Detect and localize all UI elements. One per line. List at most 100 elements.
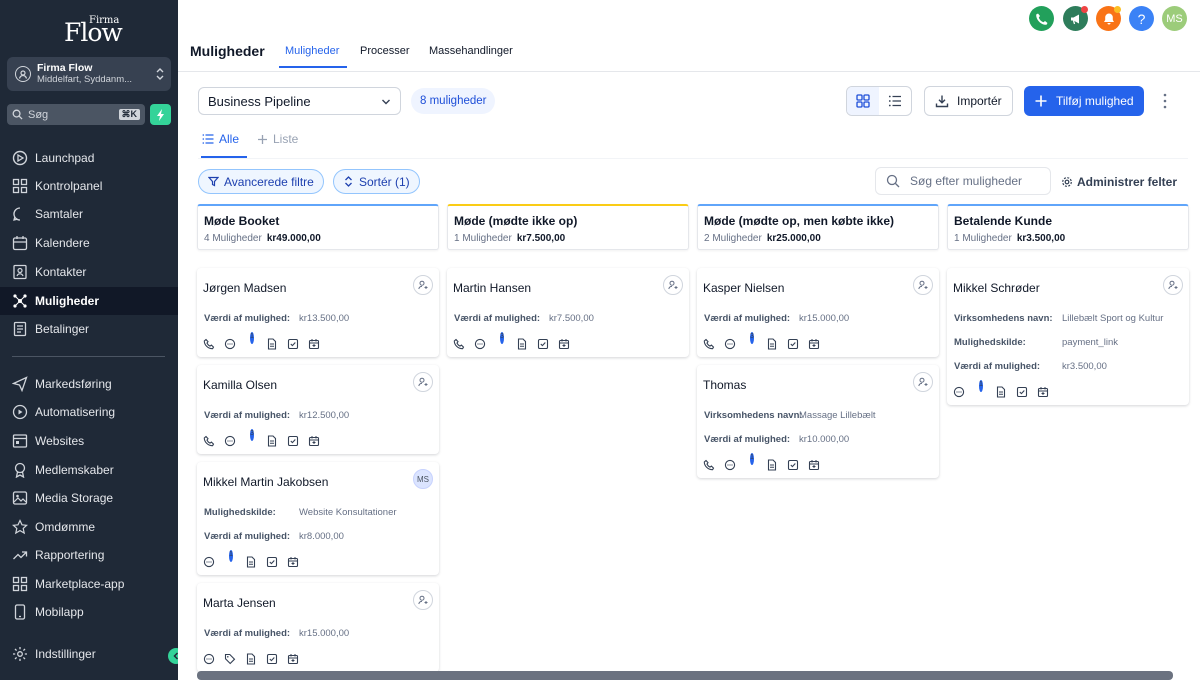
tab-massehandlinger[interactable]: Massehandlinger — [429, 45, 513, 57]
tag-icon[interactable]: 1 — [745, 453, 757, 471]
assign-user-icon[interactable] — [413, 372, 433, 392]
document-icon[interactable] — [266, 435, 278, 447]
assign-user-icon[interactable] — [663, 275, 683, 295]
chat-icon[interactable] — [953, 386, 965, 398]
chat-icon[interactable] — [724, 338, 736, 350]
document-icon[interactable] — [766, 459, 778, 471]
tag-icon[interactable]: 3 — [245, 429, 257, 447]
assign-user-icon[interactable] — [413, 590, 433, 610]
document-icon[interactable] — [245, 653, 257, 665]
sidebar-item-websites[interactable]: Websites — [0, 427, 178, 455]
phone-icon[interactable] — [453, 338, 465, 350]
opportunity-name[interactable]: Marta Jensen — [203, 596, 276, 610]
calendar-add-icon[interactable] — [308, 338, 320, 350]
tag-icon[interactable]: 1 — [974, 380, 986, 398]
phone-icon[interactable] — [203, 435, 215, 447]
opportunity-card[interactable]: Mikkel Schrøder Virksomhedens navn: Lilleb… — [947, 268, 1189, 405]
sidebar-item-omdomme[interactable]: Omdømme — [0, 513, 178, 541]
calendar-add-icon[interactable] — [558, 338, 570, 350]
add-opportunity-button[interactable]: Tilføj mulighed — [1024, 86, 1144, 116]
chat-icon[interactable] — [724, 459, 736, 471]
announcements-button[interactable] — [1063, 6, 1088, 31]
chat-icon[interactable] — [203, 653, 215, 665]
calendar-add-icon[interactable] — [808, 338, 820, 350]
chat-icon[interactable] — [474, 338, 486, 350]
pipeline-select[interactable]: Business Pipeline — [198, 87, 401, 115]
tag-icon[interactable]: 3 — [495, 332, 507, 350]
sort-button[interactable]: Sortér (1) — [333, 169, 420, 194]
assign-user-icon[interactable] — [913, 275, 933, 295]
document-icon[interactable] — [995, 386, 1007, 398]
manage-fields-button[interactable]: Administrer felter — [1061, 175, 1177, 189]
assignee-avatar[interactable]: MS — [413, 469, 433, 489]
assign-user-icon[interactable] — [1163, 275, 1183, 295]
call-button[interactable] — [1029, 6, 1054, 31]
sidebar-item-samtaler[interactable]: Samtaler — [0, 200, 178, 228]
horizontal-scrollbar[interactable] — [197, 671, 1173, 680]
opportunity-card[interactable]: Marta Jensen Værdi af mulighed: kr15.000,0… — [197, 583, 439, 672]
task-icon[interactable] — [266, 556, 278, 568]
task-icon[interactable] — [787, 459, 799, 471]
opportunity-name[interactable]: Martin Hansen — [453, 281, 531, 295]
sidebar-item-media-storage[interactable]: Media Storage — [0, 484, 178, 512]
opportunity-card[interactable]: Kamilla Olsen Værdi af mulighed: kr12.500,… — [197, 365, 439, 454]
tab-muligheder[interactable]: Muligheder — [285, 45, 339, 57]
opportunity-card[interactable]: Martin Hansen Værdi af mulighed: kr7.500,0… — [447, 268, 689, 357]
sidebar-item-kontrolpanel[interactable]: Kontrolpanel — [0, 172, 178, 200]
task-icon[interactable] — [787, 338, 799, 350]
view-tab-liste[interactable]: Liste — [257, 132, 298, 146]
document-icon[interactable] — [266, 338, 278, 350]
opportunity-card[interactable]: Kasper Nielsen Værdi af mulighed: kr15.000… — [697, 268, 939, 357]
more-options-icon[interactable] — [1160, 92, 1170, 110]
task-icon[interactable] — [1016, 386, 1028, 398]
help-button[interactable]: ? — [1129, 6, 1154, 31]
sidebar-item-betalinger[interactable]: Betalinger — [0, 315, 178, 343]
tag-icon[interactable]: 1 — [224, 550, 236, 568]
sidebar-item-marketplace-app[interactable]: Marketplace-app — [0, 570, 178, 598]
quick-action-button[interactable] — [150, 104, 171, 125]
sidebar-item-mobilapp[interactable]: Mobilapp — [0, 598, 178, 626]
opportunity-name[interactable]: Jørgen Madsen — [203, 281, 286, 295]
sidebar-item-rapportering[interactable]: Rapportering — [0, 541, 178, 569]
calendar-add-icon[interactable] — [1037, 386, 1049, 398]
notifications-button[interactable] — [1096, 6, 1121, 31]
opportunity-card[interactable]: Thomas Virksomhedens navn: Massage Lillebæ… — [697, 365, 939, 478]
phone-icon[interactable] — [203, 338, 215, 350]
calendar-add-icon[interactable] — [287, 556, 299, 568]
account-switcher[interactable]: Firma Flow Middelfart, Syddanm... — [7, 57, 171, 91]
list-view-button[interactable] — [879, 87, 911, 115]
tag-icon[interactable]: 3 — [745, 332, 757, 350]
calendar-add-icon[interactable] — [308, 435, 320, 447]
board-view-button[interactable] — [847, 87, 879, 115]
sidebar-item-muligheder[interactable]: Muligheder — [0, 287, 178, 315]
tab-processer[interactable]: Processer — [360, 45, 410, 57]
task-icon[interactable] — [287, 338, 299, 350]
document-icon[interactable] — [516, 338, 528, 350]
sidebar-item-automatisering[interactable]: Automatisering — [0, 398, 178, 426]
opportunity-name[interactable]: Thomas — [703, 378, 746, 392]
document-icon[interactable] — [766, 338, 778, 350]
view-tab-alle[interactable]: Alle — [202, 132, 239, 146]
sidebar-item-indstillinger[interactable]: Indstillinger — [0, 640, 178, 668]
calendar-add-icon[interactable] — [808, 459, 820, 471]
user-avatar[interactable]: MS — [1162, 6, 1187, 31]
opportunity-card[interactable]: Mikkel Martin Jakobsen MS Mulighedskilde: W… — [197, 462, 439, 575]
advanced-filters-button[interactable]: Avancerede filtre — [198, 169, 324, 194]
opportunity-search-input[interactable]: Søg efter muligheder — [875, 167, 1051, 195]
assign-user-icon[interactable] — [913, 372, 933, 392]
opportunity-card[interactable]: Jørgen Madsen Værdi af mulighed: kr13.500,… — [197, 268, 439, 357]
chat-icon[interactable] — [224, 338, 236, 350]
sidebar-item-kalendere[interactable]: Kalendere — [0, 229, 178, 257]
task-icon[interactable] — [266, 653, 278, 665]
sidebar-item-markedsforing[interactable]: Markedsføring — [0, 370, 178, 398]
sidebar-item-kontakter[interactable]: Kontakter — [0, 258, 178, 286]
phone-icon[interactable] — [703, 338, 715, 350]
opportunity-name[interactable]: Mikkel Schrøder — [953, 281, 1040, 295]
phone-icon[interactable] — [703, 459, 715, 471]
calendar-add-icon[interactable] — [287, 653, 299, 665]
chat-icon[interactable] — [224, 435, 236, 447]
tag-icon[interactable] — [224, 653, 236, 665]
tag-icon[interactable]: 1 — [245, 332, 257, 350]
task-icon[interactable] — [287, 435, 299, 447]
assign-user-icon[interactable] — [413, 275, 433, 295]
